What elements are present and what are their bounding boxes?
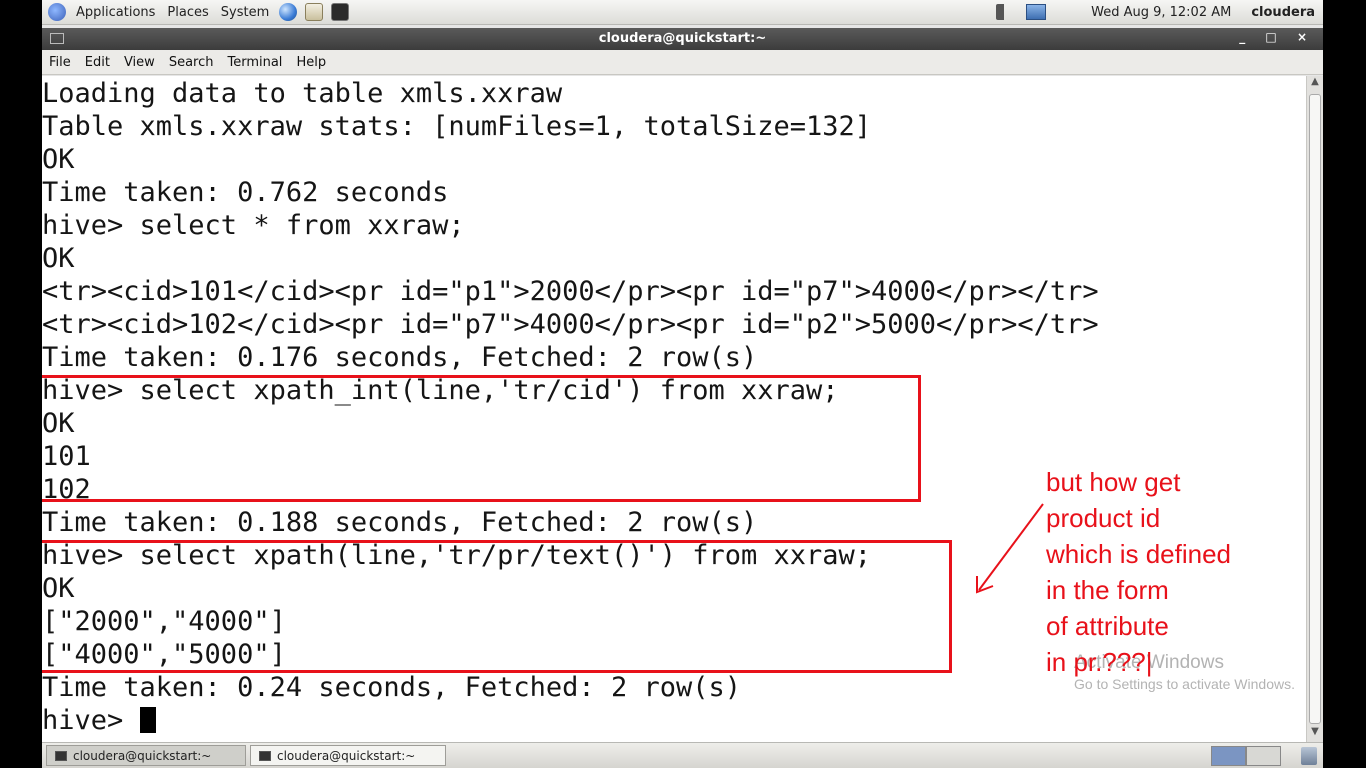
terminal-line: <tr><cid>102</cid><pr id="p7">4000</pr><… (42, 309, 1099, 340)
applications-menu-icon[interactable] (48, 3, 66, 21)
menu-terminal[interactable]: Terminal (220, 55, 289, 70)
window-title: cloudera@quickstart:~ (598, 31, 767, 46)
terminal-line: Time taken: 0.176 seconds, Fetched: 2 ro… (42, 342, 758, 373)
terminal-line: OK (42, 144, 75, 175)
text-cursor (139, 707, 156, 733)
menu-places[interactable]: Places (161, 5, 214, 20)
menu-edit[interactable]: Edit (78, 55, 117, 70)
clock[interactable]: Wed Aug 9, 12:02 AM (1091, 5, 1231, 20)
prompt-text: hive> (42, 705, 140, 736)
network-icon[interactable] (1026, 4, 1047, 20)
annotation-line: in the form (1046, 575, 1169, 605)
annotation-arrow-icon (976, 503, 1044, 594)
annotation-line: but how get (1046, 467, 1181, 497)
annotation-line: in pr.???| (1046, 647, 1153, 677)
workspace-switcher[interactable] (1211, 745, 1281, 766)
mail-client-icon[interactable] (305, 3, 324, 21)
annotation-note: but how get product id which is defined … (1046, 464, 1316, 680)
terminal-icon (55, 750, 67, 761)
taskbar-window-button[interactable]: cloudera@quickstart:~ (46, 745, 246, 766)
taskbar-window-label: cloudera@quickstart:~ (73, 748, 212, 763)
desktop-screen: Applications Places System Wed Aug 9, 12… (42, 0, 1323, 768)
menu-applications[interactable]: Applications (70, 5, 161, 20)
menu-system[interactable]: System (215, 5, 275, 20)
terminal-line: Time taken: 0.188 seconds, Fetched: 2 ro… (42, 507, 758, 538)
terminal-icon (259, 750, 271, 761)
scroll-up-arrow-icon[interactable]: ▲ (1307, 76, 1323, 92)
terminal-line: Time taken: 0.762 seconds (42, 177, 449, 208)
terminal-prompt-line[interactable]: hive> (42, 704, 156, 737)
window-controls[interactable]: _ □ × (1239, 30, 1315, 44)
terminal-line: Loading data to table xmls.xxraw (42, 78, 563, 109)
menu-view[interactable]: View (117, 55, 162, 70)
user-menu[interactable]: cloudera (1251, 5, 1315, 20)
taskbar-window-label: cloudera@quickstart:~ (277, 748, 416, 763)
trash-icon[interactable] (1301, 746, 1317, 765)
terminal-line: <tr><cid>101</cid><pr id="p1">2000</pr><… (42, 276, 1099, 307)
highlight-box-xpath-text (42, 540, 952, 673)
terminal-launcher-icon[interactable] (331, 3, 350, 21)
highlight-box-xpath-int (42, 375, 921, 502)
taskbar-window-button[interactable]: cloudera@quickstart:~ (250, 745, 446, 766)
annotation-line: of attribute (1046, 611, 1169, 641)
top-panel: Applications Places System Wed Aug 9, 12… (42, 0, 1323, 25)
volume-icon[interactable] (996, 4, 1017, 20)
terminal-line: hive> select * from xxraw; (42, 210, 465, 241)
menu-file[interactable]: File (42, 55, 78, 70)
workspace-1[interactable] (1211, 745, 1246, 766)
annotation-line: product id (1046, 503, 1161, 533)
terminal-line: OK (42, 243, 75, 274)
web-browser-icon[interactable] (279, 3, 298, 21)
panel-status-area: Wed Aug 9, 12:02 AM cloudera (991, 0, 1323, 25)
workspace-2[interactable] (1246, 745, 1281, 766)
terminal-menubar: File Edit View Search Terminal Help (42, 50, 1323, 75)
annotation-line: which is defined (1046, 539, 1231, 569)
terminal-line: Time taken: 0.24 seconds, Fetched: 2 row… (42, 672, 741, 703)
menu-help[interactable]: Help (289, 55, 333, 70)
window-titlebar[interactable]: cloudera@quickstart:~ _ □ × (42, 28, 1323, 50)
bottom-taskbar: cloudera@quickstart:~ cloudera@quickstar… (42, 742, 1323, 768)
terminal-line: Table xmls.xxraw stats: [numFiles=1, tot… (42, 111, 872, 142)
scroll-down-arrow-icon[interactable]: ▼ (1307, 726, 1323, 742)
menu-search[interactable]: Search (162, 55, 221, 70)
